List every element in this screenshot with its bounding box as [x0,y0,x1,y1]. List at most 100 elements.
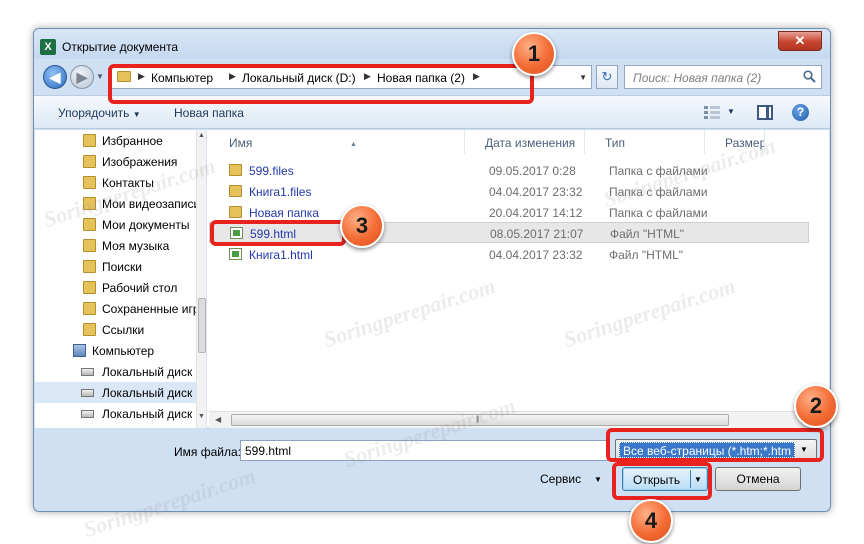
address-dropdown-icon[interactable]: ▼ [579,73,587,82]
sidebar-item-label: Локальный диск [102,407,193,421]
new-folder-button[interactable]: Новая папка [174,106,244,120]
column-header-type[interactable]: Тип [585,130,705,154]
sidebar-item-computer[interactable]: Компьютер [35,340,206,361]
file-row-selected[interactable]: 599.html 08.05.2017 21:07 Файл "HTML" [209,222,809,243]
filetype-select[interactable]: Все веб-страницы (*.htm;*.htm ▼ [615,439,817,461]
filetype-value: Все веб-страницы (*.htm;*.htm [623,444,792,458]
sidebar-item-label: Компьютер [92,344,155,358]
refresh-button[interactable]: ↻ [596,65,618,89]
grip-icon: ||| [476,416,480,423]
tools-dropdown-icon[interactable]: ▼ [594,475,602,484]
sidebar-item-videos[interactable]: Мои видеозаписи [35,193,206,214]
preview-pane-icon[interactable] [757,105,773,120]
sidebar-item-label: Ссылки [102,323,145,337]
sidebar-item-label: Избранное [102,134,163,148]
sidebar-item-images[interactable]: Изображения [35,151,206,172]
horizontal-scroll-thumb[interactable]: ||| [231,414,729,426]
sidebar-item-documents[interactable]: Мои документы [35,214,206,235]
breadcrumb-separator-icon[interactable]: ▶ [364,71,371,82]
chevron-down-icon: ▼ [132,110,141,119]
column-header-label: Имя [229,136,253,150]
excel-app-icon: X [40,39,56,55]
filename-label: Имя файла: [174,445,241,459]
folder-icon [83,239,96,252]
html-file-icon [229,248,242,260]
sidebar-item-searches[interactable]: Поиски [35,256,206,277]
file-row[interactable]: Новая папка 20.04.2017 14:12 Папка с фай… [209,202,809,223]
file-name: Новая папка [249,206,319,220]
file-row[interactable]: Книга1.html 04.04.2017 23:32 Файл "HTML" [209,244,809,265]
sidebar-item-favorites[interactable]: Избранное [35,130,206,151]
scroll-up-icon[interactable]: ▲ [198,132,205,139]
sidebar-item-local-disk-selected[interactable]: Локальный диск [35,382,206,403]
scroll-down-icon[interactable]: ▼ [198,413,205,420]
sidebar-item-label: Мои документы [102,218,190,232]
folder-icon [83,155,96,168]
close-button[interactable]: ✕ [778,31,822,51]
file-date: 04.04.2017 23:32 [489,248,583,262]
search-box[interactable]: Поиск: Новая папка (2) [624,65,822,89]
sidebar-item-label: Локальный диск [102,386,193,400]
sidebar-item-music[interactable]: Моя музыка [35,235,206,256]
tools-button[interactable]: Сервис [540,472,581,486]
open-options-dropdown-icon[interactable]: ▼ [694,475,702,484]
file-name: 599.files [249,164,294,178]
view-options-icon[interactable] [704,105,720,119]
folder-icon [83,176,96,189]
column-header-size[interactable]: Размер [705,130,765,154]
file-row[interactable]: 599.files 09.05.2017 0:28 Папка с файлам… [209,160,809,181]
column-header-name[interactable]: Имя ▲ [209,130,465,154]
sidebar-scrollbar[interactable]: ▲ ▼ [196,130,206,428]
scroll-left-icon[interactable]: ◀ [215,415,221,424]
organize-label: Упорядочить [58,106,130,120]
search-icon[interactable] [803,70,816,83]
file-name: Книга1.html [249,248,313,262]
drive-icon [81,368,94,376]
breadcrumb-separator-icon[interactable]: ▶ [229,71,236,82]
sidebar-item-label: Изображения [102,155,178,169]
open-document-dialog: X Открытие документа ✕ ◀ ▶ ▼ ▶ Компьютер… [33,28,831,512]
horizontal-scrollbar[interactable]: ◀ ||| ▶ [209,411,829,428]
open-button[interactable]: Открыть ▼ [622,467,708,491]
organize-button[interactable]: Упорядочить ▼ [58,106,141,120]
cancel-button[interactable]: Отмена [715,467,801,491]
content-area: Избранное Изображения Контакты Мои видео… [35,130,829,428]
sidebar-item-local-disk[interactable]: Локальный диск [35,403,206,424]
file-date: 09.05.2017 0:28 [489,164,576,178]
folder-icon [229,185,242,197]
drive-icon [81,410,94,418]
folder-icon [83,302,96,315]
callout-badge-3: 3 [340,204,384,248]
column-header-date[interactable]: Дата изменения [465,130,585,154]
filename-field[interactable]: 599.html [240,440,608,461]
sidebar-item-desktop[interactable]: Рабочий стол [35,277,206,298]
forward-button[interactable]: ▶ [70,65,94,89]
breadcrumb-new-folder-2[interactable]: Новая папка (2) [377,71,465,85]
sidebar-item-label: Локальный диск [102,365,193,379]
sidebar-item-label: Сохраненные игры [102,302,207,316]
breadcrumb-computer[interactable]: Компьютер [151,71,213,85]
sidebar-item-links[interactable]: Ссылки [35,319,206,340]
title-bar: X Открытие документа ✕ [34,29,830,59]
folder-icon [117,71,131,82]
callout-badge-4: 4 [629,499,673,543]
sort-arrow-icon: ▲ [350,141,357,148]
breadcrumb-local-disk[interactable]: Локальный диск (D:) [242,71,356,85]
navigation-pane: Избранное Изображения Контакты Мои видео… [35,130,207,428]
file-name: 599.html [250,227,297,241]
sidebar-scroll-thumb[interactable] [198,298,206,353]
view-dropdown-icon[interactable]: ▼ [727,107,735,116]
history-dropdown-icon[interactable]: ▼ [96,72,104,81]
sidebar-item-label: Мои видеозаписи [102,197,201,211]
file-type: Файл "HTML" [609,248,684,262]
sidebar-item-contacts[interactable]: Контакты [35,172,206,193]
breadcrumb-separator-icon[interactable]: ▶ [473,71,480,82]
breadcrumb-separator-icon[interactable]: ▶ [138,71,145,82]
drive-icon [81,389,94,397]
file-row[interactable]: Книга1.files 04.04.2017 23:32 Папка с фа… [209,181,809,202]
help-icon[interactable]: ? [792,104,809,121]
sidebar-item-saved-games[interactable]: Сохраненные игры [35,298,207,319]
back-button[interactable]: ◀ [43,65,67,89]
file-type: Папка с файлами [609,164,708,178]
sidebar-item-local-disk[interactable]: Локальный диск [35,361,206,382]
